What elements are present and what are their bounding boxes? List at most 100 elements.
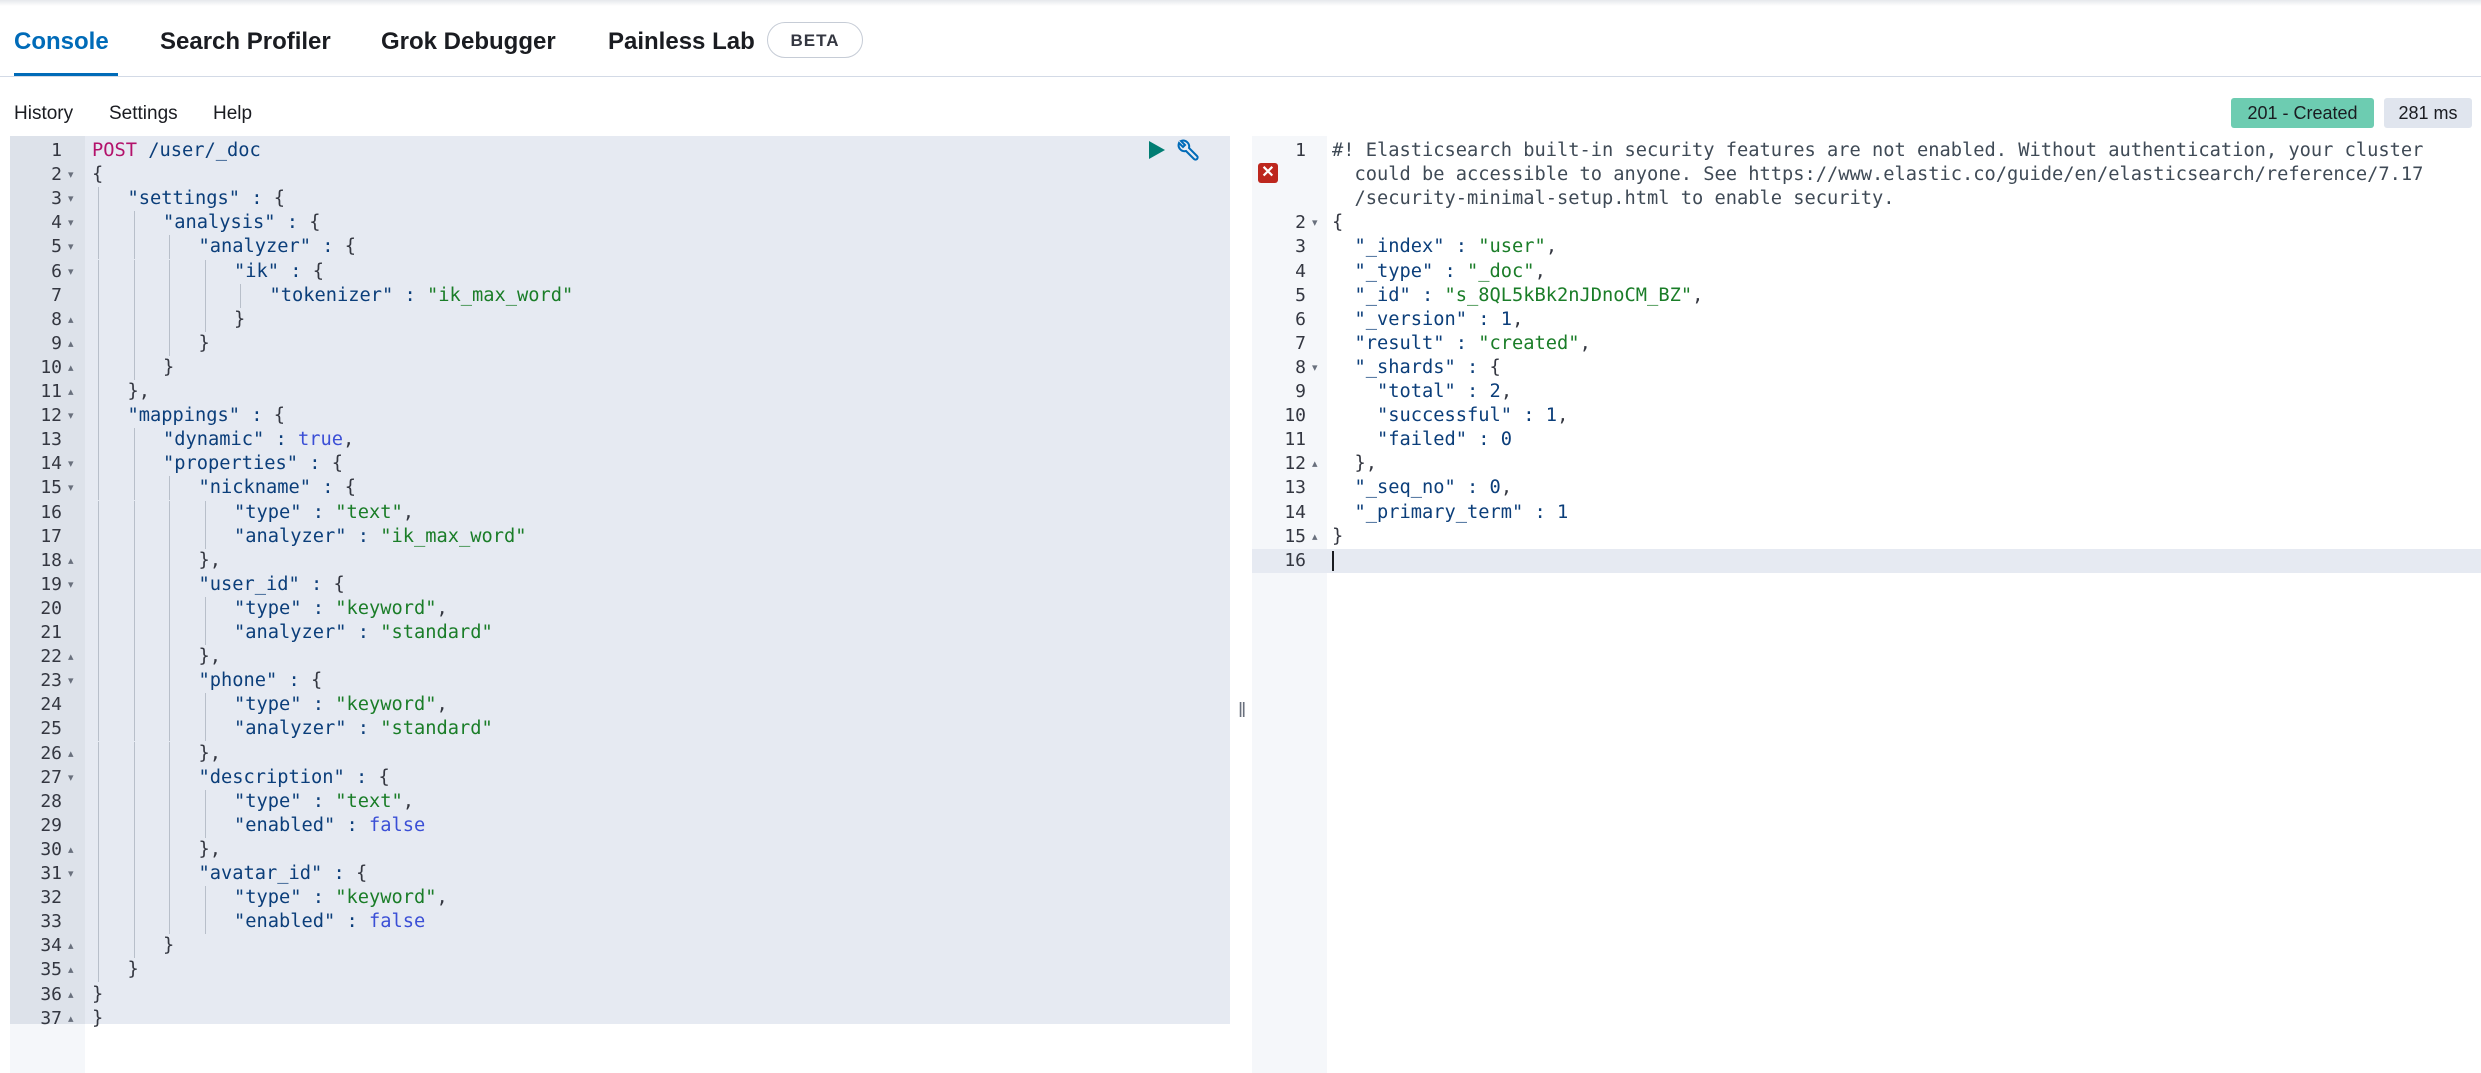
indent-guide (98, 886, 99, 911)
fold-down-icon[interactable]: ▾ (1312, 211, 1318, 235)
fold-up-icon[interactable]: ▴ (68, 958, 74, 982)
line-number: 16 (40, 501, 62, 523)
fold-up-icon[interactable]: ▴ (1312, 452, 1318, 476)
indent-guide (169, 500, 170, 525)
indent-guide (133, 765, 135, 790)
fold-down-icon[interactable]: ▾ (68, 211, 74, 235)
indent-guide (204, 621, 206, 646)
indent-guide (133, 837, 135, 862)
indent-guide (98, 837, 99, 862)
code-line: "properties" : { (163, 453, 344, 475)
fold-down-icon[interactable]: ▾ (68, 766, 74, 790)
line-number: 11 (1284, 429, 1306, 451)
indent-guide (98, 283, 99, 308)
fold-up-icon[interactable]: ▴ (1312, 525, 1318, 549)
fold-down-icon[interactable]: ▾ (1312, 356, 1318, 380)
fold-up-icon[interactable]: ▴ (68, 645, 74, 669)
code-line: "ik" : { (234, 260, 325, 282)
indent-guide (169, 910, 170, 935)
fold-down-icon[interactable]: ▾ (68, 260, 74, 284)
indent-guide (98, 669, 99, 694)
indent-guide (204, 886, 206, 911)
indent-guide (169, 235, 170, 260)
fold-down-icon[interactable]: ▾ (68, 573, 74, 597)
code-line: } (234, 308, 246, 330)
indent-guide (169, 645, 170, 670)
status-badge: 201 - Created (2231, 98, 2374, 128)
fold-up-icon[interactable]: ▴ (68, 308, 74, 332)
indent-guide (98, 259, 99, 284)
indent-guide (169, 717, 170, 742)
indent-guide (133, 500, 135, 525)
response-line: "_seq_no" : 0, (1354, 477, 1513, 499)
fold-down-icon[interactable]: ▾ (68, 404, 74, 428)
line-number: 7 (51, 284, 62, 306)
indent-guide (169, 572, 170, 597)
fold-up-icon[interactable]: ▴ (68, 934, 74, 958)
request-settings-button[interactable] (1173, 139, 1199, 168)
code-line: "tokenizer" : "ik_max_word" (269, 284, 574, 306)
line-number: 19 (40, 573, 62, 595)
indent-guide (204, 693, 206, 718)
history-menu[interactable]: History (14, 103, 73, 125)
fold-down-icon[interactable]: ▾ (68, 669, 74, 693)
indent-guide (169, 283, 170, 308)
indent-guide (204, 283, 206, 308)
line-number: 1 (51, 140, 62, 161)
indent-guide (98, 813, 99, 838)
response-line: "_shards" : { (1354, 356, 1501, 378)
fold-up-icon[interactable]: ▴ (68, 549, 74, 573)
code-line: "type" : "text", (234, 790, 415, 812)
line-number: 10 (1284, 405, 1306, 427)
tab-console[interactable]: Console (14, 28, 109, 56)
fold-up-icon[interactable]: ▴ (68, 838, 74, 862)
response-line: "result" : "created", (1354, 332, 1591, 354)
request-editor[interactable]: 1 POST /user/_doc 2 ▾ {3 ▾ "settings" : {4 ▾ "an… (10, 136, 1230, 1073)
indent-guide (169, 331, 170, 356)
indent-guide (133, 307, 135, 332)
indent-guide (169, 596, 170, 621)
line-number: 15 (1284, 525, 1306, 547)
tab-grok-debugger[interactable]: Grok Debugger (381, 28, 556, 56)
tab-search-profiler[interactable]: Search Profiler (160, 28, 331, 56)
indent-guide (98, 380, 99, 405)
indent-guide (133, 524, 135, 549)
line-number: 13 (40, 429, 62, 451)
fold-down-icon[interactable]: ▾ (68, 187, 74, 211)
fold-up-icon[interactable]: ▴ (68, 380, 74, 404)
line-number: 26 (40, 742, 62, 764)
line-number: 29 (40, 814, 62, 836)
code-line: }, (198, 742, 222, 764)
indent-guide (98, 862, 99, 887)
fold-down-icon[interactable]: ▾ (68, 452, 74, 476)
tab-painless-lab[interactable]: Painless Lab (608, 28, 755, 56)
fold-up-icon[interactable]: ▴ (68, 1007, 74, 1031)
response-line: } (1332, 525, 1344, 547)
indent-guide (240, 283, 241, 308)
indent-guide (98, 621, 99, 646)
fold-up-icon[interactable]: ▴ (68, 983, 74, 1007)
fold-up-icon[interactable]: ▴ (68, 742, 74, 766)
line-number: 22 (40, 646, 62, 668)
line-number: 14 (1284, 501, 1306, 523)
help-menu[interactable]: Help (213, 103, 252, 125)
fold-down-icon[interactable]: ▾ (68, 862, 74, 886)
fold-down-icon[interactable]: ▾ (68, 235, 74, 259)
pane-resizer[interactable]: ‖ (1238, 700, 1246, 723)
run-request-button[interactable] (1147, 139, 1167, 166)
line-number: 25 (40, 718, 62, 740)
code-line: } (163, 935, 175, 957)
settings-menu[interactable]: Settings (109, 103, 178, 125)
code-line: } (127, 959, 139, 981)
indent-guide (133, 862, 135, 887)
fold-up-icon[interactable]: ▴ (68, 332, 74, 356)
indent-guide (133, 211, 135, 236)
code-line: "analyzer" : "standard" (234, 622, 493, 643)
fold-down-icon[interactable]: ▾ (68, 476, 74, 500)
indent-guide (204, 596, 206, 621)
fold-down-icon[interactable]: ▾ (68, 163, 74, 187)
code-line: }, (198, 838, 222, 860)
fold-up-icon[interactable]: ▴ (68, 356, 74, 380)
indent-guide (98, 452, 99, 477)
indent-guide (133, 693, 135, 718)
